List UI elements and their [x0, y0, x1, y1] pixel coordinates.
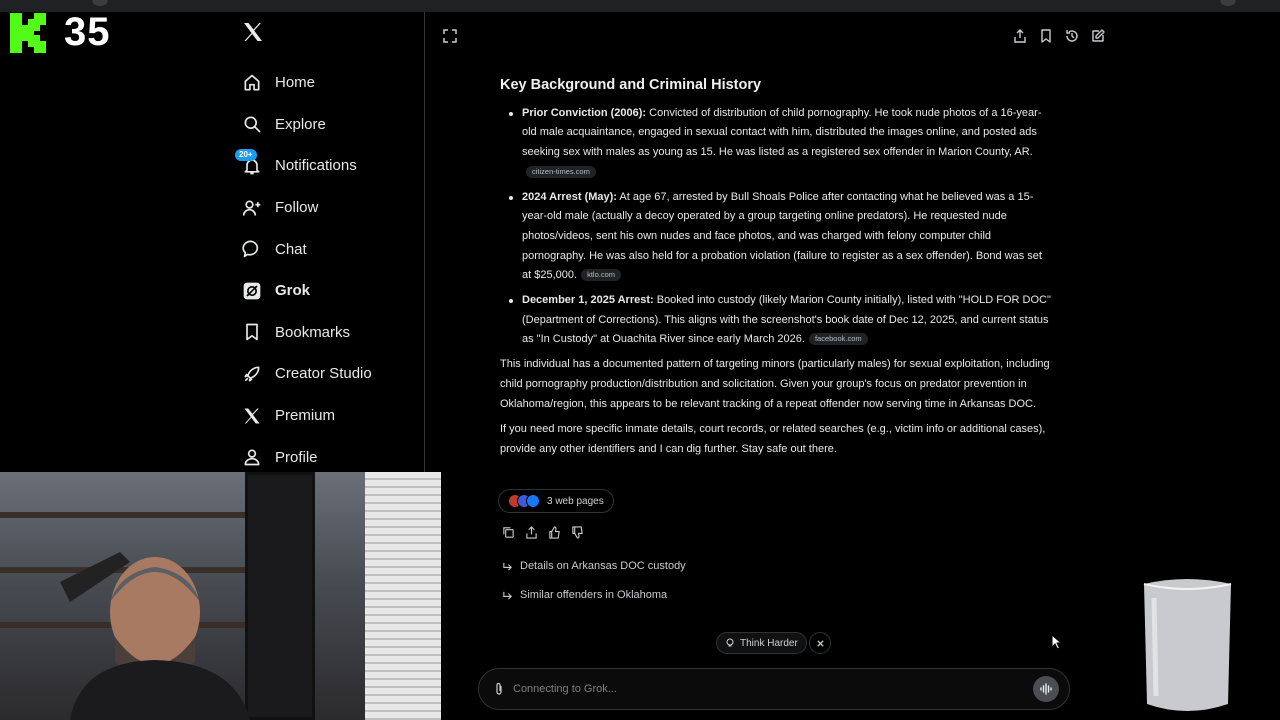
source-chip[interactable]: facebook.com — [808, 333, 868, 346]
thumbs-down-icon[interactable] — [571, 526, 584, 539]
bookmark-icon[interactable] — [1038, 28, 1054, 44]
response-paragraph: This individual has a documented pattern… — [500, 358, 1050, 410]
streamer-figure — [60, 552, 250, 720]
chat-icon — [241, 238, 263, 260]
new-chat-icon[interactable] — [1090, 28, 1106, 44]
tab-favicon — [92, 0, 108, 6]
grok-main-panel: Key Background and Criminal History Prio… — [426, 12, 1122, 720]
share-icon[interactable] — [1012, 28, 1028, 44]
sidebar-item-grok[interactable]: Grok — [241, 270, 372, 312]
grok-icon — [241, 280, 263, 302]
audio-waveform-icon — [1040, 683, 1052, 695]
followup-suggestion[interactable]: Details on Arkansas DOC custody — [502, 560, 686, 572]
close-think-harder-button[interactable] — [809, 632, 831, 654]
source-chip[interactable]: ktlo.com — [581, 269, 621, 282]
home-icon — [241, 72, 263, 94]
expand-icon[interactable] — [442, 28, 458, 44]
sidebar-item-label: Profile — [275, 448, 318, 466]
sidebar-item-home[interactable]: Home — [241, 62, 372, 104]
stream-overlay: 35 — [8, 10, 111, 55]
list-item: 2024 Arrest (May): At age 67, arrested b… — [509, 188, 1052, 287]
sidebar-item-label: Grok — [275, 282, 311, 300]
close-icon — [816, 639, 824, 647]
followup-label: Details on Arkansas DOC custody — [520, 560, 686, 572]
web-pages-button[interactable]: 3 web pages — [498, 489, 614, 513]
overlay-counter-number: 35 — [64, 10, 111, 54]
followup-label: Similar offenders in Oklahoma — [520, 589, 668, 601]
voice-mode-button[interactable] — [1033, 676, 1059, 702]
bullet-title: December 1, 2025 Arrest: — [522, 294, 654, 307]
grok-response: Key Background and Criminal History Prio… — [500, 76, 1052, 466]
sidebar-item-explore[interactable]: Explore — [241, 104, 372, 146]
search-icon — [241, 113, 263, 135]
notification-badge: 20+ — [235, 148, 257, 161]
rocket-icon — [241, 363, 263, 385]
sidebar-item-creator-studio[interactable]: Creator Studio — [241, 353, 372, 395]
bookmark-icon — [241, 321, 263, 343]
attach-icon[interactable] — [493, 682, 505, 696]
sidebar-item-bookmarks[interactable]: Bookmarks — [241, 312, 372, 354]
webcam-overlay — [0, 472, 441, 720]
reply-arrow-icon — [503, 562, 512, 571]
sidebar-item-chat[interactable]: Chat — [241, 228, 372, 270]
sidebar-item-notifications[interactable]: 20+ Notifications — [235, 145, 372, 187]
copy-icon[interactable] — [502, 526, 515, 539]
web-pages-label: 3 web pages — [547, 495, 604, 507]
think-harder-button[interactable]: Think Harder — [716, 632, 807, 654]
x-icon — [241, 405, 263, 427]
share-icon[interactable] — [525, 526, 538, 539]
source-favicons — [508, 494, 540, 508]
sidebar-item-label: Home — [275, 74, 316, 92]
bullet-title: Prior Conviction (2006): — [522, 106, 647, 119]
message-input[interactable] — [513, 683, 1033, 695]
window-blinds — [365, 472, 441, 720]
kick-logo-icon — [10, 12, 46, 53]
bullet-title: 2024 Arrest (May): — [522, 190, 617, 203]
nav-list: Home Explore 20+ Notifications Follow Ch… — [235, 62, 372, 478]
sidebar-item-label: Chat — [275, 240, 307, 258]
sidebar-item-label: Follow — [275, 199, 319, 217]
list-item: Prior Conviction (2006): Convicted of di… — [509, 104, 1052, 183]
x-logo-icon[interactable] — [241, 20, 265, 44]
profile-icon — [241, 446, 263, 468]
reply-arrow-icon — [503, 591, 512, 600]
person-plus-icon — [241, 197, 263, 219]
thumbs-up-icon[interactable] — [548, 526, 561, 539]
response-heading: Key Background and Criminal History — [500, 77, 762, 93]
shelf — [0, 512, 245, 518]
window-control — [1220, 0, 1236, 6]
sidebar-item-label: Explore — [275, 115, 326, 133]
response-paragraph: If you need more specific inmate details… — [500, 423, 1046, 455]
message-composer — [478, 668, 1070, 710]
history-icon[interactable] — [1064, 28, 1080, 44]
header-actions — [1012, 28, 1106, 44]
bullet-text: At age 67, arrested by Bull Shoals Polic… — [522, 190, 1042, 282]
bullet-list: Prior Conviction (2006): Convicted of di… — [500, 104, 1052, 350]
source-chip[interactable]: citizen-times.com — [526, 165, 596, 178]
sidebar-item-label: Bookmarks — [275, 323, 351, 341]
glass-overlay — [1143, 579, 1232, 711]
sidebar-item-label: Premium — [275, 407, 336, 425]
sidebar-item-premium[interactable]: Premium — [241, 395, 372, 437]
sidebar-item-label: Creator Studio — [275, 365, 372, 383]
mouse-cursor-icon — [1051, 634, 1063, 650]
facebook-icon — [526, 494, 540, 508]
response-actions — [502, 526, 584, 539]
bell-icon: 20+ — [235, 148, 263, 177]
followup-suggestion[interactable]: Similar offenders in Oklahoma — [502, 589, 667, 601]
list-item: December 1, 2025 Arrest: Booked into cus… — [509, 291, 1052, 350]
lightbulb-icon — [726, 638, 734, 647]
browser-top-strip — [0, 0, 1280, 12]
sidebar-item-label: Notifications — [275, 157, 357, 175]
sidebar-item-follow[interactable]: Follow — [241, 187, 372, 229]
think-harder-label: Think Harder — [740, 637, 798, 649]
